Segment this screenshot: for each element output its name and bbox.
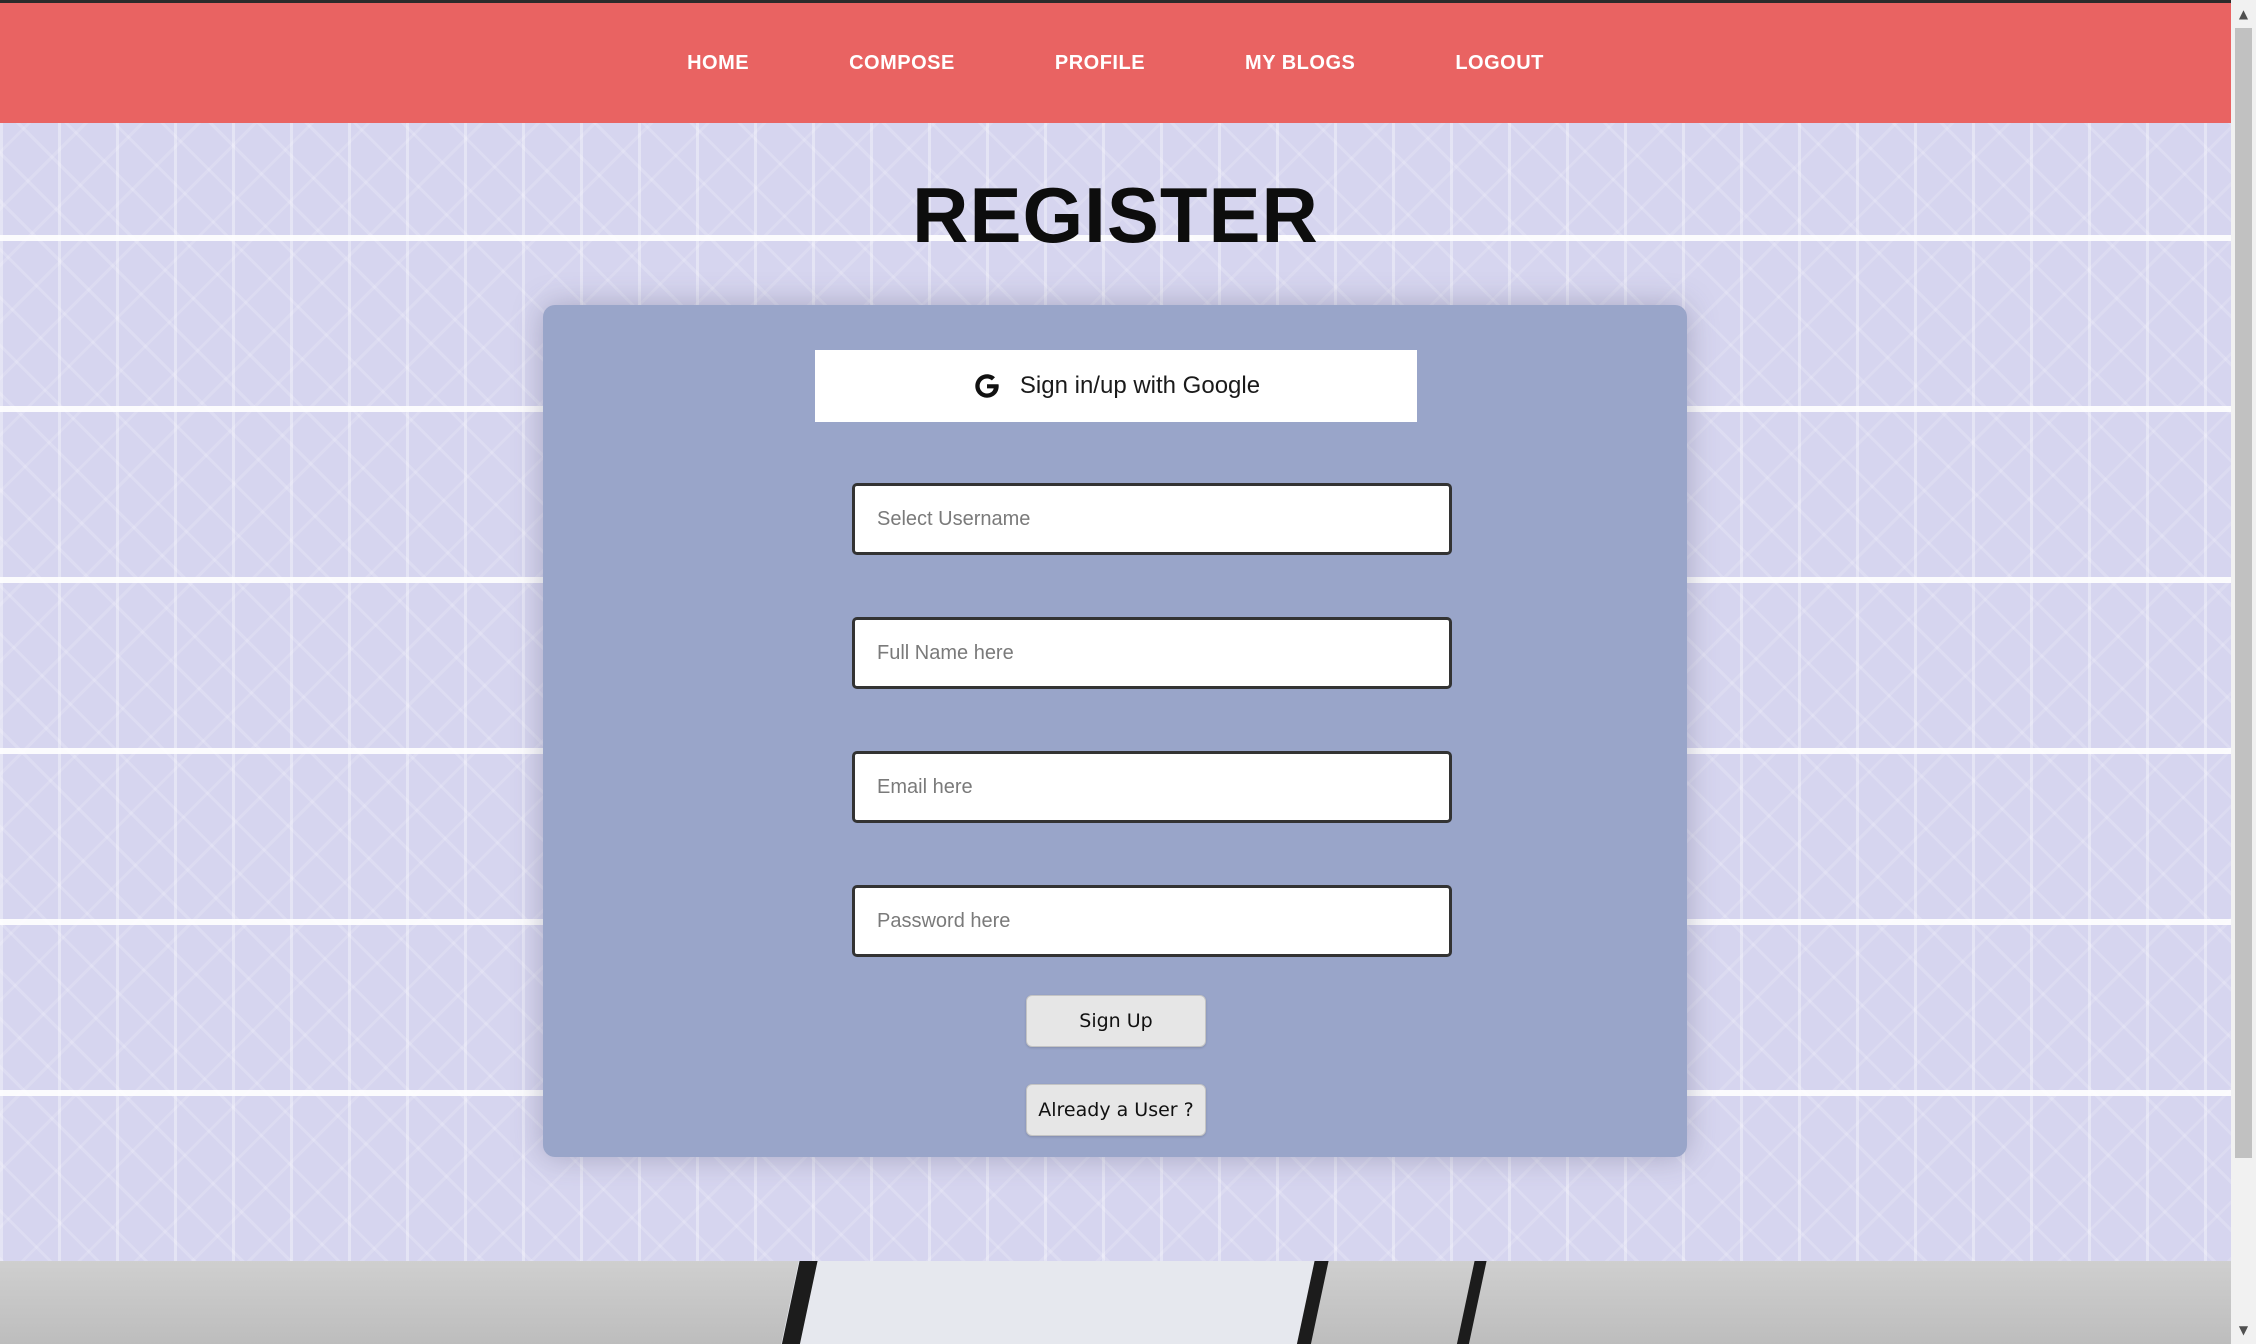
register-card: Sign in/up with Google Sign Up Already a… bbox=[543, 305, 1687, 1157]
email-input[interactable] bbox=[852, 751, 1452, 823]
top-navbar: HOME COMPOSE PROFILE MY BLOGS LOGOUT bbox=[0, 3, 2231, 123]
page-title: REGISTER bbox=[912, 171, 1319, 259]
google-signin-button[interactable]: Sign in/up with Google bbox=[815, 350, 1417, 422]
page-scrollbar[interactable]: ▲ ▼ bbox=[2231, 0, 2256, 1344]
scroll-down-arrow-icon[interactable]: ▼ bbox=[2231, 1318, 2256, 1342]
nav-profile-link[interactable]: PROFILE bbox=[1055, 52, 1145, 75]
nav-compose-link[interactable]: COMPOSE bbox=[849, 52, 955, 75]
footer-photo-strip bbox=[0, 1261, 2231, 1344]
fullname-input[interactable] bbox=[852, 617, 1452, 689]
sign-up-button[interactable]: Sign Up bbox=[1026, 995, 1206, 1047]
scroll-up-arrow-icon[interactable]: ▲ bbox=[2231, 2, 2256, 26]
username-input[interactable] bbox=[852, 483, 1452, 555]
nav-my-blogs-link[interactable]: MY BLOGS bbox=[1245, 52, 1355, 75]
google-signin-label: Sign in/up with Google bbox=[1019, 372, 1261, 399]
nav-home-link[interactable]: HOME bbox=[687, 52, 749, 75]
photo-paper-shape bbox=[781, 1261, 1319, 1344]
already-user-button[interactable]: Already a User ? bbox=[1026, 1084, 1206, 1136]
scrollbar-thumb[interactable] bbox=[2235, 28, 2252, 1158]
nav-logout-link[interactable]: LOGOUT bbox=[1455, 52, 1544, 75]
google-g-icon bbox=[975, 374, 999, 398]
password-input[interactable] bbox=[852, 885, 1452, 957]
photo-dark-stripe bbox=[1453, 1261, 1489, 1344]
